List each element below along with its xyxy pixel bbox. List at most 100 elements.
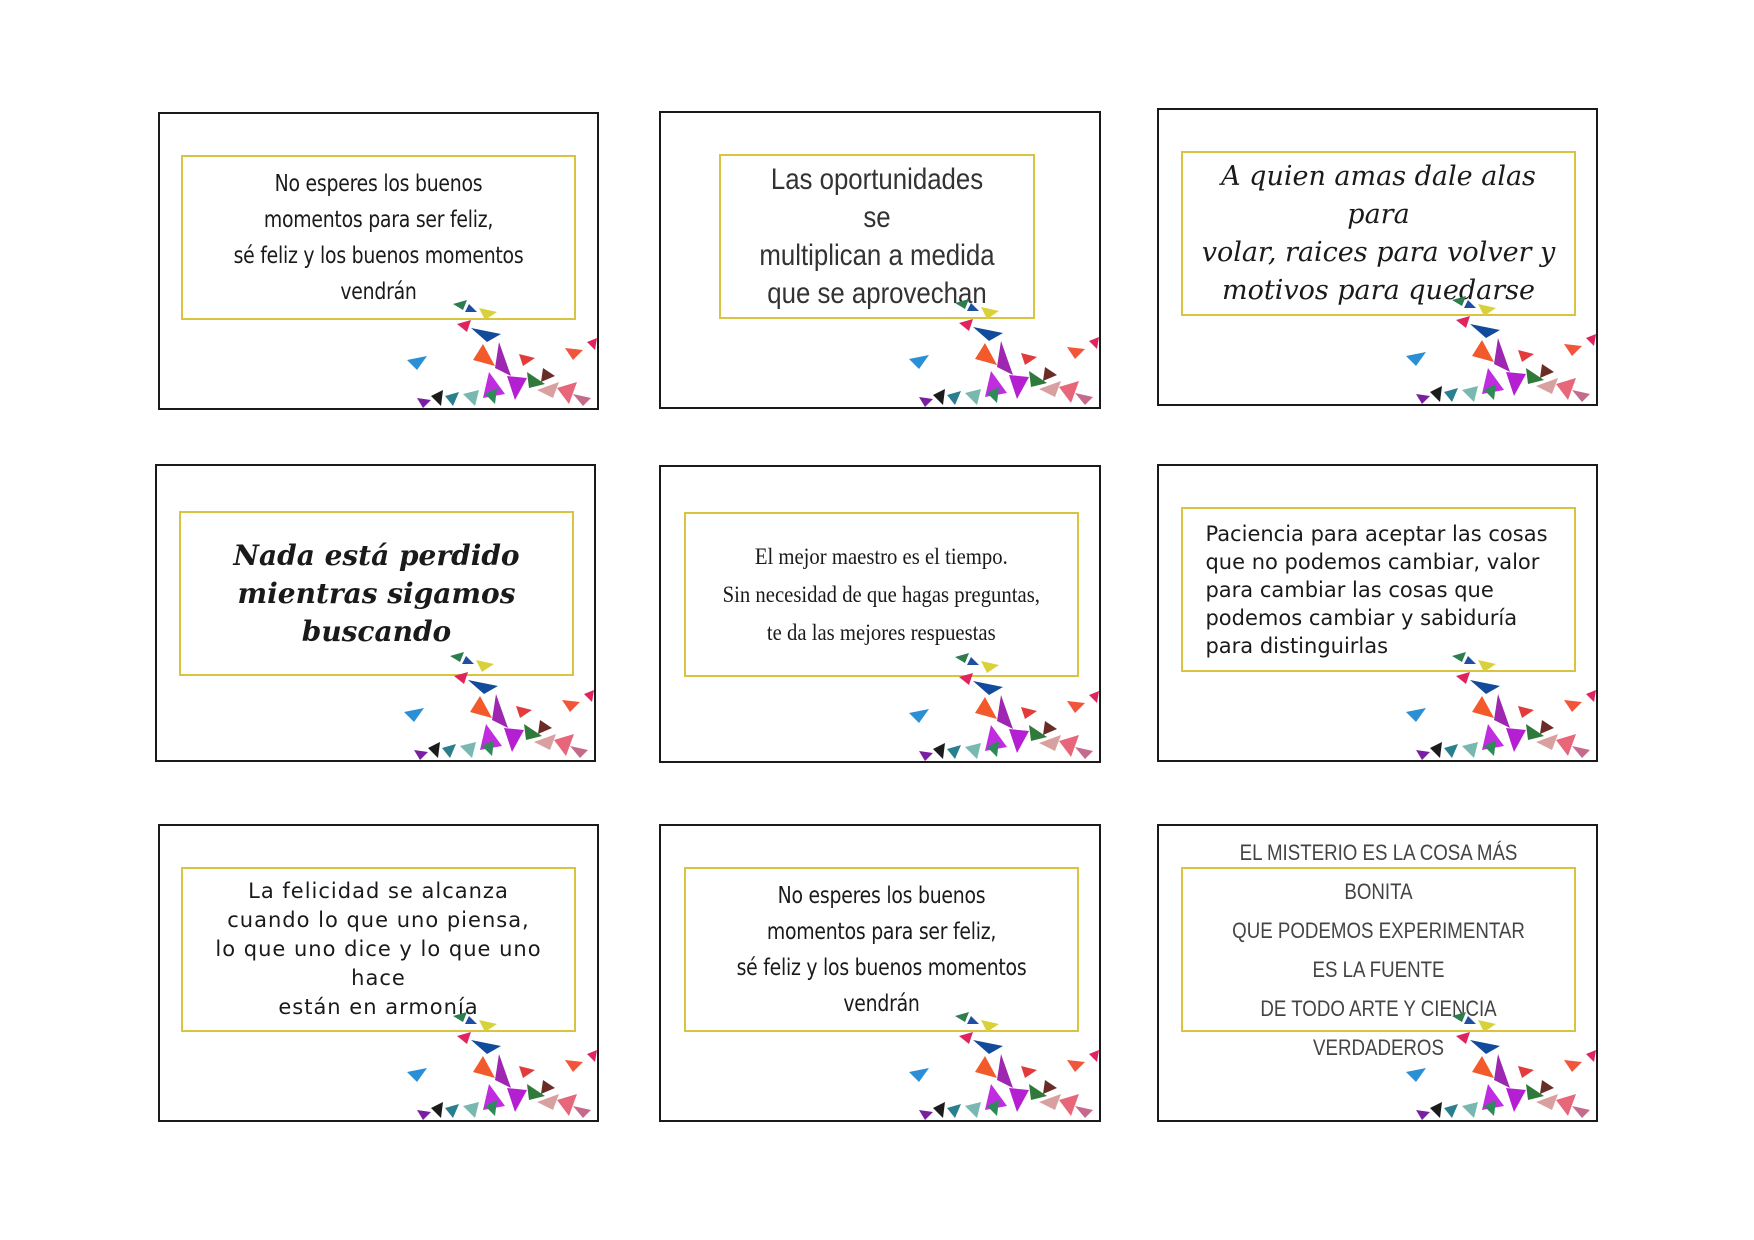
confetti-triangles-decoration <box>407 1012 597 1120</box>
triangle-shape <box>431 1102 443 1118</box>
triangle-shape <box>919 751 933 761</box>
triangle-shape <box>1021 707 1037 719</box>
triangle-shape <box>919 1110 933 1120</box>
confetti-triangles-decoration <box>1406 1012 1596 1120</box>
triangle-shape <box>1075 747 1093 759</box>
triangle-shape <box>967 657 979 665</box>
triangle-shape <box>584 690 594 702</box>
quote-frame: Paciencia para aceptar las cosas que no … <box>1181 507 1576 672</box>
triangle-shape <box>1444 744 1458 758</box>
triangle-shape <box>1572 1106 1590 1118</box>
triangle-shape <box>965 389 981 405</box>
quote-frame: La felicidad se alcanza cuando lo que un… <box>181 867 576 1032</box>
triangle-shape <box>557 1094 577 1116</box>
triangle-shape <box>1021 1066 1037 1078</box>
triangle-shape <box>1572 746 1590 758</box>
triangle-shape <box>1089 1050 1099 1062</box>
triangle-shape <box>414 750 428 760</box>
triangle-shape <box>1556 1094 1576 1116</box>
triangle-shape <box>955 653 969 663</box>
triangle-shape <box>981 307 999 319</box>
triangle-shape <box>471 328 501 342</box>
triangle-shape <box>1506 728 1526 752</box>
triangle-shape <box>1430 386 1442 402</box>
triangle-shape <box>1586 1050 1596 1062</box>
quote-frame: EL MISTERIO ES LA COSA MÁS BONITA QUE PO… <box>1181 840 1576 1060</box>
triangle-shape <box>1494 1054 1510 1088</box>
triangle-shape <box>1564 700 1582 712</box>
triangle-shape <box>1452 652 1466 662</box>
quote-text: Las oportunidades se multiplican a medid… <box>759 162 995 310</box>
triangle-shape <box>541 1080 555 1094</box>
triangle-shape <box>997 341 1013 375</box>
triangle-shape <box>1494 338 1510 372</box>
triangle-shape <box>541 368 555 382</box>
quote-text: No esperes los buenos momentos para ser … <box>233 170 524 305</box>
triangle-shape <box>1416 750 1430 760</box>
triangle-shape <box>476 660 494 672</box>
triangle-shape <box>973 681 1003 695</box>
triangle-shape <box>404 708 424 722</box>
triangle-shape <box>1462 386 1478 402</box>
triangle-shape <box>492 694 508 728</box>
quote-text: A quien amas dale alas para volar, raice… <box>1201 160 1556 306</box>
triangle-shape <box>1456 316 1470 328</box>
triangle-shape <box>975 343 997 365</box>
triangle-shape <box>1416 1110 1430 1120</box>
triangle-shape <box>462 656 474 664</box>
triangle-shape <box>959 1032 973 1044</box>
quote-card-2: Las oportunidades se multiplican a medid… <box>659 111 1101 409</box>
triangle-shape <box>1472 1056 1494 1078</box>
triangle-shape <box>1430 1102 1442 1118</box>
triangle-shape <box>445 392 459 406</box>
triangle-shape <box>1564 344 1582 356</box>
triangle-shape <box>1021 353 1037 365</box>
confetti-triangles-decoration <box>909 653 1099 761</box>
triangle-shape <box>975 1056 997 1078</box>
triangle-shape <box>1444 388 1458 402</box>
triangle-shape <box>1067 347 1085 359</box>
triangle-shape <box>587 1050 597 1062</box>
triangle-shape <box>933 743 945 759</box>
triangle-shape <box>1452 1012 1466 1022</box>
triangle-shape <box>997 695 1013 729</box>
triangle-shape <box>1043 721 1057 735</box>
triangle-shape <box>468 680 498 694</box>
triangle-shape <box>1470 324 1500 338</box>
triangle-shape <box>947 745 961 759</box>
triangle-shape <box>1456 672 1470 684</box>
triangle-shape <box>933 1102 945 1118</box>
triangle-shape <box>981 661 999 673</box>
triangle-shape <box>1464 656 1476 664</box>
triangle-shape <box>470 696 492 718</box>
triangle-shape <box>417 1110 431 1120</box>
triangle-shape <box>407 356 427 370</box>
triangle-shape <box>1518 350 1534 362</box>
quote-text: La felicidad se alcanza cuando lo que un… <box>215 879 542 1019</box>
triangle-shape <box>450 652 464 662</box>
triangle-shape <box>463 390 479 406</box>
triangle-shape <box>1556 378 1576 400</box>
quote-frame: No esperes los buenos momentos para ser … <box>181 155 576 320</box>
triangle-shape <box>417 398 431 408</box>
quote-card-6: Paciencia para aceptar las cosas que no … <box>1157 464 1598 762</box>
triangle-shape <box>1059 381 1079 403</box>
triangle-shape <box>460 742 476 758</box>
triangle-shape <box>1406 708 1426 722</box>
triangle-shape <box>973 1040 1003 1054</box>
quote-card-1: No esperes los buenos momentos para ser … <box>158 112 599 410</box>
triangle-shape <box>1472 696 1494 718</box>
triangle-shape <box>495 1054 511 1088</box>
triangle-shape <box>516 706 532 718</box>
triangle-shape <box>1470 680 1500 694</box>
confetti-triangles-decoration <box>909 299 1099 407</box>
triangle-shape <box>1444 1104 1458 1118</box>
triangle-shape <box>519 1066 535 1078</box>
triangle-shape <box>997 1054 1013 1088</box>
triangle-shape <box>1518 1066 1534 1078</box>
triangle-shape <box>959 319 973 331</box>
triangle-shape <box>1089 691 1099 703</box>
confetti-triangles-decoration <box>407 300 597 408</box>
triangle-shape <box>1540 1080 1554 1094</box>
sheet-page: { "sheet": { "title": "" }, "cards": [ {… <box>0 0 1754 1240</box>
